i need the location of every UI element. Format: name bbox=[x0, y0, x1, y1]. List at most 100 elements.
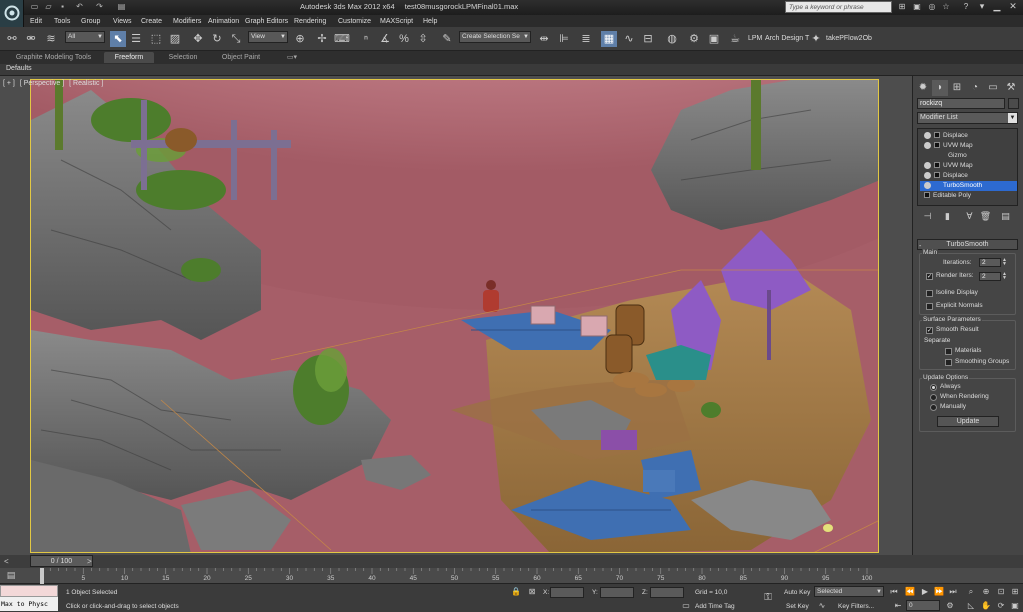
materials-checkbox[interactable] bbox=[945, 348, 952, 355]
spinner-arrows-icon[interactable]: ▲ ▼ bbox=[1002, 258, 1007, 267]
maxscript-listener-input[interactable]: Max to Physc bbox=[0, 597, 58, 611]
time-tag-icon[interactable]: ▭ bbox=[680, 600, 692, 612]
maxscript-listener-output[interactable] bbox=[0, 585, 58, 597]
y-coordinate-field[interactable] bbox=[600, 587, 634, 598]
remove-modifier-icon[interactable]: 🗑 bbox=[979, 210, 992, 222]
collapse-icon[interactable] bbox=[934, 142, 940, 149]
orbit-icon[interactable]: ⟳ bbox=[995, 600, 1007, 612]
update-button[interactable]: Update bbox=[937, 416, 999, 427]
favorites-icon[interactable]: ☆ bbox=[940, 1, 952, 13]
undo-icon[interactable]: ↶ bbox=[74, 2, 85, 12]
utilities-panel-icon[interactable]: ⚒ bbox=[1003, 80, 1019, 96]
render-production-icon[interactable]: ☕ bbox=[727, 31, 743, 47]
key-icon[interactable]: ⚿ bbox=[762, 592, 774, 604]
make-unique-icon[interactable]: ∀ bbox=[963, 210, 976, 222]
pan-view-icon[interactable]: ✋ bbox=[980, 600, 992, 612]
key-mode-toggle-icon[interactable]: ⇤ bbox=[892, 600, 904, 612]
spinner-arrows-icon[interactable]: ▲ ▼ bbox=[1002, 272, 1007, 281]
expand-icon[interactable] bbox=[924, 192, 930, 199]
time-configuration-icon[interactable]: ⚙ bbox=[944, 600, 956, 612]
next-frame-icon[interactable]: > bbox=[87, 557, 92, 566]
stack-item-displace[interactable]: Displace bbox=[920, 131, 1017, 141]
tab-graphite-modeling-tools[interactable]: Graphite Modeling Tools bbox=[6, 52, 101, 63]
communication-center-icon[interactable]: ◎ bbox=[926, 1, 938, 13]
select-rotate-icon[interactable]: ↻ bbox=[209, 31, 225, 47]
curve-editor-icon[interactable]: ∿ bbox=[621, 31, 637, 47]
layer-manager-icon[interactable]: ≣ bbox=[578, 31, 594, 47]
select-by-name-icon[interactable]: ☰ bbox=[128, 31, 144, 47]
stack-item-turbosmooth[interactable]: TurboSmooth bbox=[920, 181, 1017, 191]
x-coordinate-field[interactable] bbox=[550, 587, 584, 598]
lightbulb-icon[interactable] bbox=[924, 141, 931, 149]
spinner-snap-icon[interactable]: ⇳ bbox=[415, 31, 431, 47]
select-move-icon[interactable]: ✥ bbox=[190, 31, 206, 47]
stack-item-uvw-map[interactable]: UVW Map bbox=[920, 141, 1017, 151]
motion-panel-icon[interactable]: ◔ bbox=[967, 80, 983, 96]
viewport-shading-label[interactable]: [ Realistic ] bbox=[69, 80, 103, 87]
render-iters-checkbox[interactable]: ✓ bbox=[926, 273, 933, 280]
when-rendering-radio[interactable] bbox=[930, 394, 937, 401]
smoothing-groups-checkbox[interactable] bbox=[945, 359, 952, 366]
stack-item-displace-2[interactable]: Displace bbox=[920, 171, 1017, 181]
isoline-display-checkbox[interactable] bbox=[926, 290, 933, 297]
schematic-view-icon[interactable]: ⊟ bbox=[640, 31, 656, 47]
key-mode-dropdown[interactable]: Selected ▼ bbox=[814, 586, 884, 597]
app-menu-button[interactable] bbox=[0, 0, 24, 28]
tab-freeform[interactable]: Freeform bbox=[104, 52, 154, 63]
particle-flow-icon[interactable]: ✦ bbox=[808, 31, 824, 47]
new-file-icon[interactable]: ▭ bbox=[29, 2, 40, 12]
render-setup-icon[interactable]: ⚙ bbox=[686, 31, 702, 47]
unlink-icon[interactable]: ⚮ bbox=[23, 31, 39, 47]
zoom-extents-all-icon[interactable]: ⊞ bbox=[1009, 586, 1021, 598]
modifier-list-dropdown[interactable]: Modifier List ▼ bbox=[917, 112, 1018, 124]
current-frame-field[interactable]: 0 bbox=[906, 600, 940, 611]
rectangular-selection-icon[interactable]: ⬚ bbox=[148, 31, 164, 47]
pin-stack-icon[interactable]: ⊣ bbox=[921, 210, 934, 222]
bind-space-warp-icon[interactable]: ≋ bbox=[43, 31, 59, 47]
go-to-start-icon[interactable]: ⏮ bbox=[888, 586, 900, 598]
select-manipulate-icon[interactable]: ✢ bbox=[314, 31, 330, 47]
save-file-icon[interactable]: ▪ bbox=[57, 2, 68, 12]
previous-frame-icon[interactable]: ⏪ bbox=[904, 586, 916, 598]
viewport-label[interactable]: [ + ] [ Perspective ] [ Realistic ] bbox=[3, 80, 106, 87]
time-slider[interactable]: 0 / 100 bbox=[30, 555, 93, 567]
add-time-tag[interactable]: Add Time Tag bbox=[695, 603, 735, 610]
configure-sets-icon[interactable]: ▤ bbox=[999, 210, 1012, 222]
expand-icon[interactable] bbox=[934, 162, 940, 169]
link-icon[interactable]: ⚯ bbox=[4, 31, 20, 47]
arch-design-button[interactable]: Arch Design T bbox=[765, 35, 809, 42]
viewport-pov-label[interactable]: [ Perspective ] bbox=[20, 80, 64, 87]
tab-object-paint[interactable]: Object Paint bbox=[212, 52, 270, 63]
set-key-button[interactable]: Set Key bbox=[786, 603, 809, 610]
lightbulb-icon[interactable] bbox=[924, 181, 931, 189]
render-iters-spinner[interactable]: 2 bbox=[979, 272, 1001, 281]
mirror-icon[interactable]: ⇹ bbox=[536, 31, 552, 47]
play-icon[interactable]: ▶ bbox=[919, 586, 931, 598]
create-panel-icon[interactable]: ✹ bbox=[915, 80, 931, 96]
hierarchy-panel-icon[interactable]: ⊞ bbox=[949, 80, 965, 96]
rendered-frame-window-icon[interactable]: ▣ bbox=[706, 31, 722, 47]
object-color-swatch[interactable] bbox=[1008, 98, 1019, 109]
zoom-icon[interactable]: ⌕ bbox=[965, 586, 977, 598]
ribbon-options-icon[interactable]: ▭▾ bbox=[282, 52, 302, 63]
close-button[interactable]: ✕ bbox=[1005, 0, 1021, 13]
expand-icon[interactable] bbox=[934, 172, 940, 179]
percent-snap-icon[interactable]: % bbox=[396, 31, 412, 47]
always-radio[interactable] bbox=[930, 384, 937, 391]
mini-curve-editor-icon[interactable]: ▤ bbox=[4, 570, 18, 582]
tab-selection[interactable]: Selection bbox=[158, 52, 208, 63]
lightbulb-icon[interactable] bbox=[924, 161, 931, 169]
pivot-center-icon[interactable]: ⊕ bbox=[292, 31, 308, 47]
help-icon[interactable]: ? bbox=[960, 1, 972, 13]
modify-panel-icon[interactable]: ◗ bbox=[932, 80, 948, 96]
keyboard-shortcut-override-icon[interactable]: ⌨ bbox=[334, 31, 350, 47]
project-folder-icon[interactable]: ▤ bbox=[116, 2, 127, 12]
ribbon-defaults-label[interactable]: Defaults bbox=[6, 65, 32, 72]
zoom-all-icon[interactable]: ⊕ bbox=[980, 586, 992, 598]
prev-frame-icon[interactable]: < bbox=[4, 557, 9, 566]
align-icon[interactable]: ⊫ bbox=[556, 31, 572, 47]
viewport-menu-label[interactable]: [ + ] bbox=[3, 80, 15, 87]
help-dropdown-icon[interactable]: ▾ bbox=[974, 0, 990, 13]
iterations-spinner[interactable]: 2 bbox=[979, 258, 1001, 267]
open-file-icon[interactable]: ▱ bbox=[43, 2, 54, 12]
